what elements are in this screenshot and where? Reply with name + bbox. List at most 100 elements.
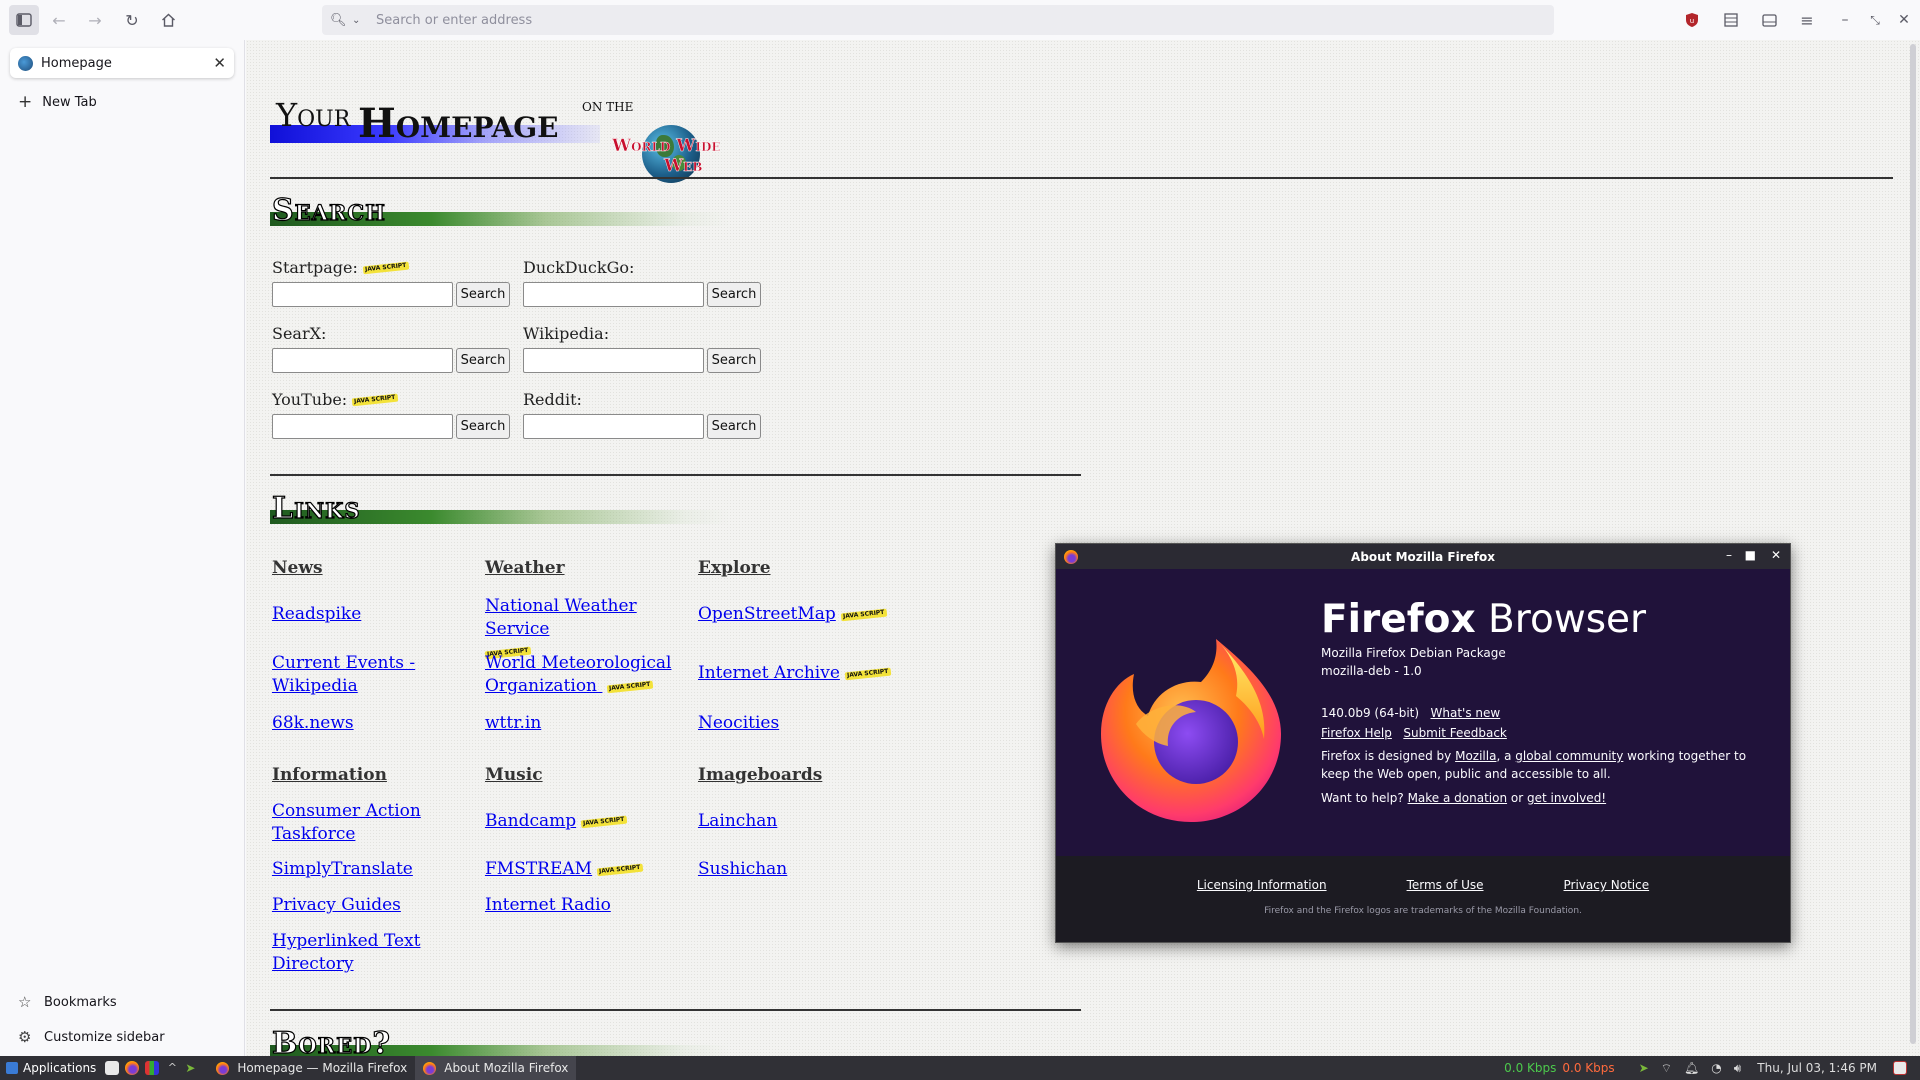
whats-new-link[interactable]: What's new xyxy=(1431,706,1501,720)
minimize-window-icon[interactable]: – xyxy=(1830,5,1860,35)
reddit-search-input[interactable] xyxy=(523,414,704,439)
dialog-titlebar: About Mozilla Firefox – ■ ✕ xyxy=(1056,544,1790,569)
youtube-search-input[interactable] xyxy=(272,414,453,439)
chevron-down-icon[interactable]: ⌄ xyxy=(352,15,366,26)
wikipedia-label: Wikipedia: xyxy=(523,324,610,343)
about-footer: Licensing Information Terms of Use Priva… xyxy=(1056,856,1790,942)
task-homepage-firefox[interactable]: Homepage — Mozilla Firefox xyxy=(208,1056,415,1080)
javascript-badge-icon: JAVA SCRIPT xyxy=(844,667,891,680)
global-community-link[interactable]: global community xyxy=(1515,749,1623,763)
new-tab-label: New Tab xyxy=(42,94,97,110)
get-involved-link[interactable]: get involved! xyxy=(1527,791,1606,805)
link-bandcamp[interactable]: Bandcamp JAVA SCRIPT xyxy=(485,810,685,833)
link-current-events[interactable]: Current Events - Wikipedia xyxy=(272,652,472,698)
firefox-icon xyxy=(1064,550,1078,564)
svg-text:u: u xyxy=(1690,17,1694,25)
ublock-shield-icon[interactable]: u xyxy=(1677,5,1707,35)
submit-feedback-link[interactable]: Submit Feedback xyxy=(1403,726,1507,740)
menu-hamburger-icon[interactable]: ≡ xyxy=(1792,5,1822,35)
terminal-icon[interactable]: ➤ xyxy=(185,1061,199,1075)
volume-icon[interactable]: 🔊︎ xyxy=(1734,1061,1742,1076)
url-input[interactable] xyxy=(366,12,1554,28)
search-section-heading: Search xyxy=(270,192,730,229)
firefox-launcher-icon[interactable] xyxy=(125,1061,140,1075)
link-simplytranslate[interactable]: SimplyTranslate xyxy=(272,858,472,881)
wifi-icon[interactable]: ⌔ xyxy=(1661,1061,1672,1076)
link-wmo[interactable]: World Meteorological Organization JAVA S… xyxy=(485,652,690,698)
bored-section-heading: Bored? xyxy=(270,1025,730,1056)
link-fmstream[interactable]: FMSTREAM JAVA SCRIPT xyxy=(485,858,685,881)
searx-search-input[interactable] xyxy=(272,348,453,373)
search-engine-icon[interactable]: 🔍︎ xyxy=(330,13,352,28)
chevron-up-icon[interactable]: ^ xyxy=(165,1061,179,1075)
youtube-label: YouTube: JAVA SCRIPT xyxy=(272,390,398,409)
reddit-search-button[interactable]: Search xyxy=(707,414,761,439)
clock[interactable]: Thu, Jul 03, 1:46 PM xyxy=(1757,1061,1877,1075)
privacy-notice-link[interactable]: Privacy Notice xyxy=(1564,878,1650,892)
address-bar[interactable]: 🔍︎ ⌄ xyxy=(322,5,1554,35)
help-prompt-text: Want to help? Make a donation or get inv… xyxy=(1321,791,1607,805)
link-lainchan[interactable]: Lainchan xyxy=(698,810,898,833)
make-donation-link[interactable]: Make a donation xyxy=(1408,791,1508,805)
applications-menu-button[interactable]: Applications xyxy=(0,1061,102,1075)
section-title: Bored? xyxy=(271,1025,391,1056)
duckduckgo-search-button[interactable]: Search xyxy=(707,282,761,307)
forward-arrow-icon[interactable]: → xyxy=(80,5,110,35)
duckduckgo-label: DuckDuckGo: xyxy=(523,258,635,277)
link-neocities[interactable]: Neocities xyxy=(698,712,898,735)
home-icon[interactable] xyxy=(153,5,183,35)
link-internet-archive[interactable]: Internet Archive JAVA SCRIPT xyxy=(698,662,918,685)
imageboards-heading: Imageboards xyxy=(698,765,823,785)
maximize-icon[interactable]: ■ xyxy=(1745,548,1756,562)
link-privacy-guides[interactable]: Privacy Guides xyxy=(272,894,472,917)
customize-sidebar-button[interactable]: ⚙ Customize sidebar xyxy=(18,1028,165,1046)
searx-search-button[interactable]: Search xyxy=(456,348,510,373)
file-manager-icon[interactable] xyxy=(105,1061,120,1075)
wikipedia-search-button[interactable]: Search xyxy=(707,348,761,373)
show-desktop-icon[interactable] xyxy=(1893,1061,1907,1075)
youtube-search-button[interactable]: Search xyxy=(456,414,510,439)
duckduckgo-search-input[interactable] xyxy=(523,282,704,307)
task-about-firefox[interactable]: About Mozilla Firefox xyxy=(415,1056,577,1080)
close-window-icon[interactable]: ✕ xyxy=(1889,5,1919,35)
startpage-search-button[interactable]: Search xyxy=(456,282,510,307)
new-tab-button[interactable]: + New Tab xyxy=(18,92,97,112)
task-label: About Mozilla Firefox xyxy=(444,1061,569,1075)
vertical-tabs-sidebar: Homepage ✕ + New Tab ☆ Bookmarks ⚙ Custo… xyxy=(0,40,245,1056)
link-68k-news[interactable]: 68k.news xyxy=(272,712,472,735)
link-sushichan[interactable]: Sushichan xyxy=(698,858,898,881)
trademark-notice: Firefox and the Firefox logos are tradem… xyxy=(1264,906,1582,916)
weather-heading: Weather xyxy=(485,558,565,578)
sidebar-toggle-icon[interactable] xyxy=(9,5,39,35)
restore-window-icon[interactable]: ⤡ xyxy=(1860,5,1890,35)
music-heading: Music xyxy=(485,765,543,785)
close-icon[interactable]: ✕ xyxy=(1771,548,1781,562)
mozilla-link[interactable]: Mozilla xyxy=(1455,749,1496,763)
reader-view-icon[interactable] xyxy=(1754,5,1784,35)
link-hyperlinked-text-directory[interactable]: Hyperlinked Text Directory xyxy=(272,930,472,976)
wikipedia-search-input[interactable] xyxy=(523,348,704,373)
reload-icon[interactable]: ↻ xyxy=(117,5,147,35)
close-tab-icon[interactable]: ✕ xyxy=(213,54,226,72)
logo-your: Your xyxy=(276,96,351,134)
bookmarks-panel-icon[interactable] xyxy=(1716,5,1746,35)
back-arrow-icon[interactable]: ← xyxy=(44,5,74,35)
link-consumer-action-taskforce[interactable]: Consumer Action Taskforce xyxy=(272,800,472,846)
tab-homepage[interactable]: Homepage ✕ xyxy=(10,48,234,78)
bell-icon[interactable]: 🔔︎ xyxy=(1684,1061,1699,1075)
page-scrollbar[interactable] xyxy=(1910,44,1916,1044)
startpage-search-input[interactable] xyxy=(272,282,453,307)
wifi-signal-icon[interactable]: ◔ xyxy=(1711,1061,1721,1075)
firefox-help-link[interactable]: Firefox Help xyxy=(1321,726,1392,740)
package-id: mozilla-deb - 1.0 xyxy=(1321,664,1422,678)
bookmarks-button[interactable]: ☆ Bookmarks xyxy=(18,993,117,1011)
terms-of-use-link[interactable]: Terms of Use xyxy=(1407,878,1484,892)
link-openstreetmap[interactable]: OpenStreetMap JAVA SCRIPT xyxy=(698,603,918,626)
minimize-icon[interactable]: – xyxy=(1726,548,1732,562)
update-arrow-icon[interactable]: ➤ xyxy=(1639,1061,1649,1075)
licensing-information-link[interactable]: Licensing Information xyxy=(1197,878,1327,892)
link-wttr-in[interactable]: wttr.in xyxy=(485,712,685,735)
link-internet-radio[interactable]: Internet Radio xyxy=(485,894,685,917)
app-launcher-icon[interactable] xyxy=(145,1061,160,1075)
link-readspike[interactable]: Readspike xyxy=(272,603,472,626)
